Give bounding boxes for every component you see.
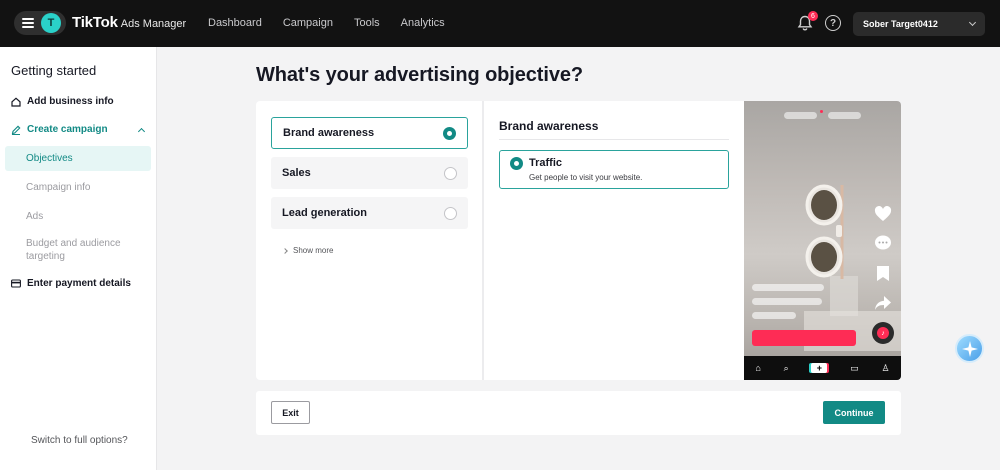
page-title: What's your advertising objective?	[256, 64, 583, 86]
sidebar-item-add-business[interactable]: Add business info	[11, 96, 114, 107]
sidebar-item-objectives[interactable]: Objectives	[26, 153, 73, 164]
footer-bar: Exit Continue	[256, 391, 901, 435]
heart-icon	[873, 205, 893, 223]
main-nav: Dashboard Campaign Tools Analytics	[208, 17, 445, 29]
nav-campaign[interactable]: Campaign	[283, 17, 333, 29]
preview-placeholder	[828, 112, 861, 119]
help-icon[interactable]: ?	[825, 15, 841, 31]
nav-tools[interactable]: Tools	[354, 17, 380, 29]
sidebar-item-ads[interactable]: Ads	[26, 210, 43, 223]
preview-bottom-nav: ⌂ ⌕ + ▭ ♙	[744, 356, 901, 380]
tiktok-logo[interactable]: TikTok Ads Manager	[72, 14, 186, 31]
radio-unselected[interactable]	[444, 166, 457, 180]
chevron-right-icon	[282, 247, 288, 254]
sidebar-item-label: Add business info	[27, 96, 114, 107]
show-more-label: Show more	[293, 246, 334, 255]
live-dot	[820, 110, 823, 113]
radio-unselected[interactable]	[444, 206, 457, 220]
credit-card-icon	[11, 279, 21, 289]
account-selector[interactable]: Sober Target0412	[853, 12, 985, 36]
divider	[482, 101, 484, 380]
search-icon: ⌕	[783, 362, 789, 373]
objective-card: Brand awareness Sales Lead generation Sh…	[256, 101, 901, 380]
account-name: Sober Target0412	[863, 19, 938, 29]
preview-placeholder	[752, 298, 822, 305]
top-bar: T TikTok Ads Manager Dashboard Campaign …	[0, 0, 1000, 47]
preview-placeholder	[784, 112, 817, 119]
assistant-sparkle-icon[interactable]	[955, 334, 984, 363]
radio-selected[interactable]	[443, 126, 456, 140]
avatar: T	[41, 13, 61, 33]
bookmark-icon	[873, 264, 893, 282]
objective-label: Lead generation	[282, 207, 367, 219]
pencil-icon	[11, 125, 21, 135]
preview-placeholder	[752, 284, 824, 291]
plus-icon: +	[811, 363, 828, 373]
preview-placeholder	[752, 312, 796, 319]
radio-selected[interactable]	[510, 157, 523, 170]
sub-objective-title: Traffic	[529, 157, 563, 169]
sidebar-item-create-campaign[interactable]: Create campaign	[11, 124, 108, 135]
profile-icon: ♙	[881, 362, 890, 373]
show-more-toggle[interactable]: Show more	[282, 246, 334, 255]
music-disc-icon: ♪	[872, 322, 894, 344]
exit-button[interactable]: Exit	[271, 401, 310, 424]
sunglasses-image	[805, 184, 844, 279]
sidebar-item-budget[interactable]: Budget and audience targeting	[26, 237, 136, 263]
sidebar-item-payment[interactable]: Enter payment details	[11, 278, 131, 289]
objective-label: Brand awareness	[283, 127, 375, 139]
hamburger-icon	[22, 18, 34, 28]
sub-objective-traffic[interactable]: Traffic Get people to visit your website…	[499, 150, 729, 189]
divider	[499, 139, 729, 140]
objective-brand-awareness[interactable]: Brand awareness	[271, 117, 468, 149]
objective-lead-generation[interactable]: Lead generation	[271, 197, 468, 229]
notification-badge: 6	[808, 11, 818, 21]
ad-preview-phone: ♪ ⌂ ⌕ + ▭ ♙	[744, 101, 901, 380]
objective-sales[interactable]: Sales	[271, 157, 468, 189]
comment-icon	[873, 234, 893, 252]
chevron-up-icon[interactable]	[137, 127, 146, 136]
preview-cta-bar	[752, 330, 856, 346]
continue-button[interactable]: Continue	[823, 401, 885, 424]
sidebar-item-campaign-info[interactable]: Campaign info	[26, 181, 90, 194]
brand-subtitle: Ads Manager	[120, 18, 187, 30]
objective-list: Brand awareness Sales Lead generation Sh…	[256, 101, 482, 380]
share-icon	[873, 294, 893, 312]
sidebar: Getting started Add business info Create…	[0, 47, 157, 470]
objective-label: Sales	[282, 167, 311, 179]
sidebar-item-label: Create campaign	[27, 124, 108, 135]
switch-full-options-link[interactable]: Switch to full options?	[31, 435, 128, 446]
sidebar-item-label: Enter payment details	[27, 278, 131, 289]
nav-dashboard[interactable]: Dashboard	[208, 17, 262, 29]
menu-button[interactable]: T	[14, 11, 66, 35]
nav-analytics[interactable]: Analytics	[401, 17, 445, 29]
brand-name: TikTok	[72, 14, 118, 31]
sidebar-title: Getting started	[11, 63, 97, 78]
home-icon: ⌂	[755, 363, 761, 373]
inbox-icon: ▭	[850, 362, 859, 373]
chevron-down-icon	[968, 18, 977, 27]
detail-title: Brand awareness	[499, 119, 599, 133]
home-icon	[11, 97, 21, 107]
sub-objective-description: Get people to visit your website.	[529, 173, 643, 182]
